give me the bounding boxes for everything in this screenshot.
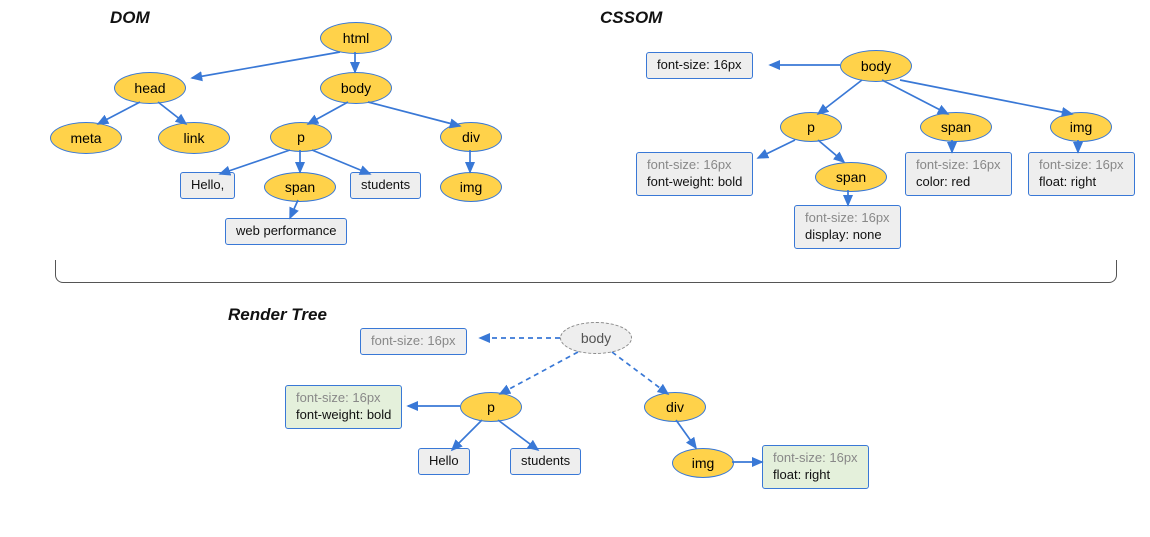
- render-text-students: students: [510, 448, 581, 475]
- dom-node-div: div: [440, 122, 502, 152]
- cssom-p-css: font-size: 16pxfont-weight: bold: [636, 152, 753, 196]
- dom-node-html: html: [320, 22, 392, 54]
- cssom-body-css: font-size: 16px: [646, 52, 753, 79]
- render-node-body: body: [560, 322, 632, 354]
- dom-node-span: span: [264, 172, 336, 202]
- dom-title: DOM: [110, 8, 150, 28]
- cssom-node-span1: span: [920, 112, 992, 142]
- render-text-hello: Hello: [418, 448, 470, 475]
- cssom-node-p: p: [780, 112, 842, 142]
- dom-node-link: link: [158, 122, 230, 154]
- cssom-span2-css: font-size: 16pxdisplay: none: [794, 205, 901, 249]
- dom-text-webperf: web performance: [225, 218, 347, 245]
- cssom-title: CSSOM: [600, 8, 662, 28]
- dom-node-p: p: [270, 122, 332, 152]
- render-node-img: img: [672, 448, 734, 478]
- render-p-css: font-size: 16pxfont-weight: bold: [285, 385, 402, 429]
- dom-text-students: students: [350, 172, 421, 199]
- render-node-p: p: [460, 392, 522, 422]
- cssom-span1-css: font-size: 16pxcolor: red: [905, 152, 1012, 196]
- dom-node-body: body: [320, 72, 392, 104]
- dom-text-hello: Hello,: [180, 172, 235, 199]
- render-body-css: font-size: 16px: [360, 328, 467, 355]
- cssom-node-img: img: [1050, 112, 1112, 142]
- cssom-img-css: font-size: 16pxfloat: right: [1028, 152, 1135, 196]
- cssom-node-span2: span: [815, 162, 887, 192]
- dom-node-meta: meta: [50, 122, 122, 154]
- brace-icon: [55, 260, 1117, 283]
- dom-node-head: head: [114, 72, 186, 104]
- render-img-css: font-size: 16pxfloat: right: [762, 445, 869, 489]
- cssom-node-body: body: [840, 50, 912, 82]
- dom-node-img: img: [440, 172, 502, 202]
- render-node-div: div: [644, 392, 706, 422]
- render-title: Render Tree: [228, 305, 327, 325]
